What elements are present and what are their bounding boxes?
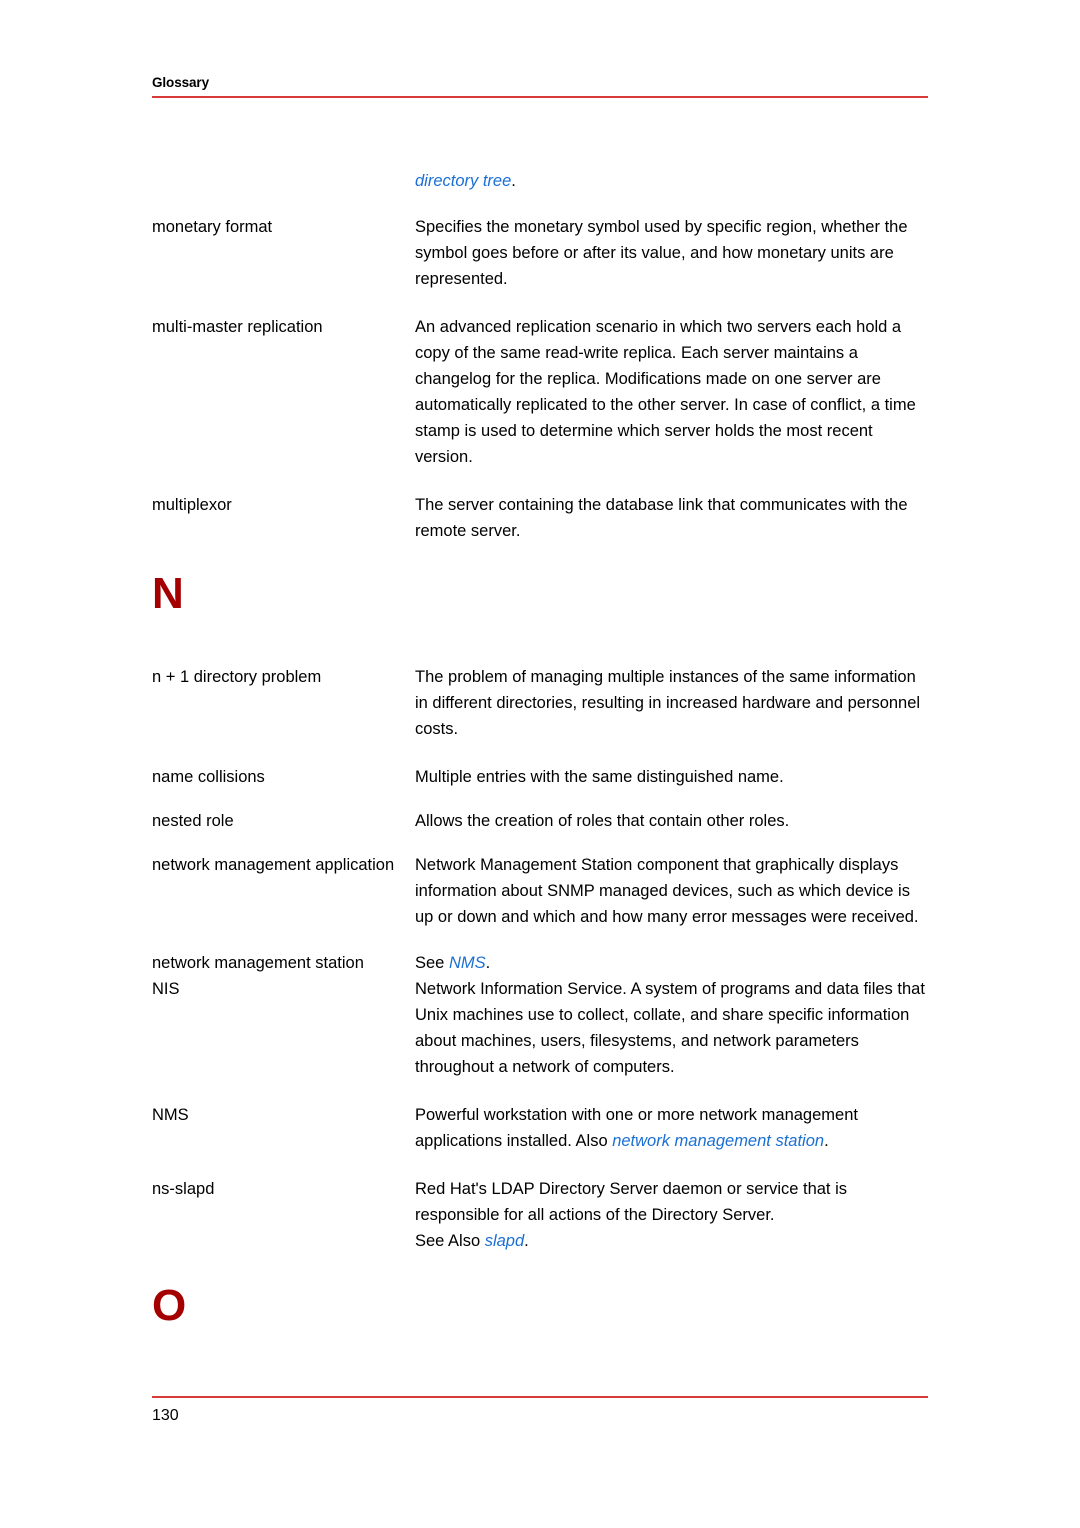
definition-suffix: . bbox=[485, 954, 491, 972]
term-label: multi-master replication bbox=[152, 318, 323, 336]
page-header: Glossary bbox=[152, 74, 928, 98]
glossary-entry-name-collisions: name collisions Multiple entries with th… bbox=[152, 764, 928, 790]
term-label: n + 1 directory problem bbox=[152, 668, 322, 686]
page-title: Glossary bbox=[152, 75, 209, 90]
definition-text: The server containing the database link … bbox=[415, 496, 908, 540]
definition-text: An advanced replication scenario in whic… bbox=[415, 318, 916, 466]
page-number: 130 bbox=[152, 1407, 179, 1424]
glossary-entry-nms: NMS Powerful workstation with one or mor… bbox=[152, 1102, 928, 1154]
definition-text: Allows the creation of roles that contai… bbox=[415, 812, 790, 830]
glossary-entry-n-plus-1-directory-problem: n + 1 directory problem The problem of m… bbox=[152, 664, 928, 742]
glossary-page: Glossary directory tree. monetary format… bbox=[152, 0, 928, 1528]
see-also-label: See Also bbox=[415, 1232, 485, 1250]
glossary-entry-ns-slapd: ns-slapd Red Hat's LDAP Directory Server… bbox=[152, 1176, 928, 1254]
term-label: NMS bbox=[152, 1106, 189, 1124]
page-footer: 130 bbox=[152, 1396, 928, 1426]
definition-suffix: . bbox=[524, 1232, 529, 1250]
xref-network-management-station[interactable]: network management station bbox=[612, 1132, 824, 1150]
definition-main-paragraph: Red Hat's LDAP Directory Server daemon o… bbox=[415, 1180, 848, 1224]
definition-text: See NMS. bbox=[415, 950, 928, 976]
term-label: monetary format bbox=[152, 218, 273, 236]
glossary-entry-nested-role: nested role Allows the creation of roles… bbox=[152, 808, 928, 834]
glossary-entry-monetary-format: monetary format Specifies the monetary s… bbox=[152, 214, 928, 292]
glossary-entry-network-management-station: network management station See NMS. bbox=[152, 950, 928, 976]
xref-nms[interactable]: NMS bbox=[449, 954, 486, 972]
definition-prefix: See bbox=[415, 954, 449, 972]
term-label: multiplexor bbox=[152, 496, 232, 514]
term-label: network management application bbox=[152, 856, 395, 874]
term-label: name collisions bbox=[152, 768, 265, 786]
term-label: ns-slapd bbox=[152, 1180, 215, 1198]
xref-directory-tree[interactable]: directory tree bbox=[415, 172, 511, 190]
footer-divider-rule bbox=[152, 1396, 928, 1398]
term-label: nested role bbox=[152, 812, 234, 830]
continuation-entry: directory tree. bbox=[152, 168, 928, 194]
continuation-definition: directory tree. bbox=[415, 168, 928, 194]
definition-text: Network Management Station component tha… bbox=[415, 856, 919, 926]
definition-text: The problem of managing multiple instanc… bbox=[415, 668, 921, 738]
definition-suffix: . bbox=[824, 1132, 829, 1150]
definition-text: Specifies the monetary symbol used by sp… bbox=[415, 218, 908, 288]
definition-text: Powerful workstation with one or more ne… bbox=[415, 1102, 928, 1154]
continuation-trailing-punctuation: . bbox=[511, 172, 516, 190]
definition-text: Red Hat's LDAP Directory Server daemon o… bbox=[415, 1176, 928, 1254]
glossary-entry-network-management-application: network management application Network M… bbox=[152, 852, 928, 930]
glossary-body: directory tree. monetary format Specifie… bbox=[152, 168, 928, 1330]
definition-text: Multiple entries with the same distingui… bbox=[415, 768, 784, 786]
definition-text: Network Information Service. A system of… bbox=[415, 980, 925, 1076]
term-label: network management station bbox=[152, 954, 364, 972]
section-letter-n: N bbox=[152, 569, 185, 618]
glossary-entry-multi-master-replication: multi-master replication An advanced rep… bbox=[152, 314, 928, 470]
glossary-entry-nis: NIS Network Information Service. A syste… bbox=[152, 976, 928, 1080]
term-label: NIS bbox=[152, 980, 180, 998]
glossary-entry-multiplexor: multiplexor The server containing the da… bbox=[152, 492, 928, 544]
definition-see-also-paragraph: See Also slapd. bbox=[415, 1228, 928, 1254]
header-divider-rule bbox=[152, 96, 928, 98]
xref-slapd[interactable]: slapd bbox=[485, 1232, 524, 1250]
section-letter-o: O bbox=[152, 1281, 187, 1330]
